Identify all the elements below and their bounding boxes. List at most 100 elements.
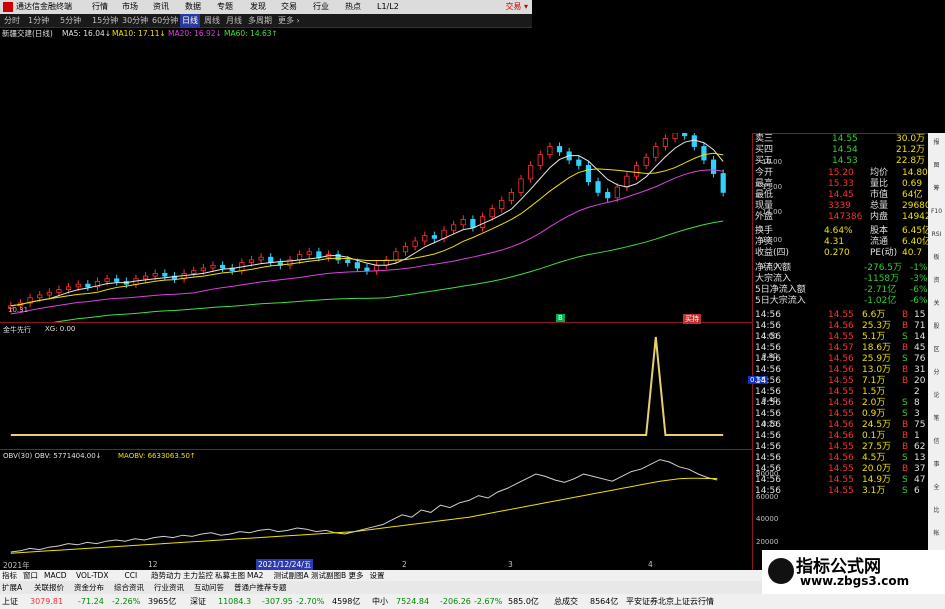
indicator-tab[interactable]: 指标 — [2, 570, 17, 581]
sidebar-tool-icon[interactable]: 帐 — [930, 528, 943, 539]
indicator-tab[interactable]: MA2 — [247, 570, 263, 581]
right-toolbar: 报图筹F10RSI板资关股区分论笔信事全比帐窗 — [928, 133, 945, 583]
tick-price: 14.55 — [828, 442, 854, 452]
indicator-tab[interactable]: VOL-TDX — [76, 570, 108, 581]
info-tab[interactable]: 资金分布 — [74, 581, 104, 594]
tick-count: 45 — [914, 343, 926, 353]
app-logo-icon — [3, 2, 13, 12]
sidebar-tool-icon[interactable]: 分 — [930, 367, 943, 378]
sidebar-tool-icon[interactable]: 资 — [930, 275, 943, 286]
menu-shuju[interactable]: 数据 — [185, 0, 201, 14]
period-15min[interactable]: 15分钟 — [92, 14, 118, 28]
tick-count: 2 — [914, 387, 920, 397]
stock-name: 新疆交建(日线) — [2, 29, 53, 38]
book-volume: 21.2万 — [896, 145, 926, 155]
period-weekly[interactable]: 周线 — [204, 14, 220, 28]
info-tab[interactable]: 扩展A — [2, 581, 22, 594]
quote-stat-row: 最低 14.45 市值 64亿 — [752, 190, 927, 201]
sidebar-tool-icon[interactable]: 报 — [930, 137, 943, 148]
sidebar-tool-icon[interactable]: 事 — [930, 459, 943, 470]
candle-body — [643, 156, 649, 166]
indicator-tab[interactable]: 测试副图A — [274, 570, 309, 581]
stat-value: 3339 — [828, 201, 851, 212]
info-tab[interactable]: 行业资讯 — [154, 581, 184, 594]
period-30min[interactable]: 30分钟 — [122, 14, 148, 28]
period-fenshi[interactable]: 分时 — [4, 14, 20, 28]
watermark-logo: 指标公式网 www.zbgs3.com — [762, 550, 945, 594]
candle-body — [691, 135, 697, 147]
tick-volume: 25.9万 — [862, 354, 892, 364]
indicator-tab[interactable]: 主力监控 — [183, 570, 213, 581]
indicator-tab[interactable]: CCI — [125, 570, 138, 581]
tick-price: 14.55 — [828, 376, 854, 386]
sidebar-tool-icon[interactable]: 笔 — [930, 413, 943, 424]
xaxis-12: 12 — [148, 560, 158, 569]
tick-row: 14:56 14.56 25.3万 B 71 — [752, 321, 927, 332]
menu-jiaoyi[interactable]: 交易 — [281, 0, 297, 14]
period-daily[interactable]: 日线 — [180, 14, 200, 28]
stat-label: 均价 — [870, 168, 889, 179]
indicator-tab[interactable]: 窗口 — [23, 570, 38, 581]
info-tab[interactable]: 综合资讯 — [114, 581, 144, 594]
period-monthly[interactable]: 月线 — [226, 14, 242, 28]
stat-label: 流通 — [870, 237, 889, 248]
quote-stat-row: 换手 4.64% 股本 6.45亿 — [752, 226, 931, 237]
sidebar-tool-icon[interactable]: 图 — [930, 160, 943, 171]
menu-zhuanti[interactable]: 专题 — [217, 0, 233, 14]
sidebar-tool-icon[interactable]: 关 — [930, 298, 943, 309]
book-label: 买四 — [755, 145, 774, 155]
book-volume: 30.0万 — [896, 134, 926, 144]
sidebar-tool-icon[interactable]: F10 — [930, 206, 943, 217]
xaxis-3: 3 — [508, 560, 513, 569]
period-5min[interactable]: 5分钟 — [60, 14, 81, 28]
sidebar-tool-icon[interactable]: 全 — [930, 482, 943, 493]
sidebar-tool-icon[interactable]: 板 — [930, 252, 943, 263]
menu-hangye[interactable]: 行业 — [313, 0, 329, 14]
candle-body — [104, 278, 110, 282]
indicator-tab[interactable]: MACD — [44, 570, 66, 581]
period-1min[interactable]: 1分钟 — [28, 14, 49, 28]
tick-price: 14.56 — [828, 321, 854, 331]
info-tab[interactable]: 关联报价 — [34, 581, 64, 594]
stat-label: 外盘 — [755, 212, 774, 223]
sidebar-tool-icon[interactable]: 信 — [930, 436, 943, 447]
indicator-tab[interactable]: 设置 — [370, 570, 385, 581]
stat-value: 6.45亿 — [902, 226, 932, 237]
menu-redian[interactable]: 热点 — [345, 0, 361, 14]
period-more[interactable]: 更多 › — [278, 14, 300, 28]
sidebar-tool-icon[interactable]: 区 — [930, 344, 943, 355]
fund-flow-row: 净流入额 -276.5万 -1% — [752, 263, 928, 274]
candle-body — [431, 235, 437, 239]
tick-volume: 14.9万 — [862, 475, 892, 485]
period-60min[interactable]: 60分钟 — [152, 14, 178, 28]
quote-stat-row: 收益(四) 0.270 PE(动) 40.7 — [752, 248, 927, 259]
sh-index-change: -71.24 — [78, 597, 104, 606]
sidebar-tool-icon[interactable]: 论 — [930, 390, 943, 401]
status-bar: 上证 3079.81 -71.24 -2.26% 3965亿 深证 11084.… — [0, 594, 945, 609]
info-tab[interactable]: 普通户推荐专题 — [234, 581, 287, 594]
total-volume-value: 8564亿 — [590, 597, 619, 606]
tick-volume: 6.6万 — [862, 310, 886, 320]
period-multi[interactable]: 多周期 — [248, 14, 272, 28]
tick-volume: 0.9万 — [862, 409, 886, 419]
sz-index-change: -307.95 — [262, 597, 293, 606]
stat-value: 40.7 — [902, 248, 923, 259]
indicator-tab[interactable]: 测试副图B — [311, 570, 346, 581]
sidebar-tool-icon[interactable]: 筹 — [930, 183, 943, 194]
indicator-tab[interactable]: 趋势动力 — [151, 570, 181, 581]
menu-faxian[interactable]: 发现 — [250, 0, 266, 14]
sidebar-tool-icon[interactable]: 比 — [930, 505, 943, 516]
menu-hangqing[interactable]: 行情 — [92, 0, 108, 14]
trade-menu-button[interactable]: 交易 ▾ — [505, 0, 528, 14]
menu-zixun[interactable]: 资讯 — [153, 0, 169, 14]
menu-level[interactable]: L1/L2 — [377, 0, 399, 14]
info-tab[interactable]: 互动问答 — [194, 581, 224, 594]
candle-body — [85, 283, 91, 288]
sidebar-tool-icon[interactable]: RSI — [930, 229, 943, 240]
tick-time: 14:56 — [755, 365, 781, 375]
tick-price: 14.55 — [828, 332, 854, 342]
indicator-tab[interactable]: 私募主图 — [215, 570, 245, 581]
sidebar-tool-icon[interactable]: 股 — [930, 321, 943, 332]
menu-shichang[interactable]: 市场 — [122, 0, 138, 14]
indicator-tab[interactable]: 更多 — [349, 570, 364, 581]
